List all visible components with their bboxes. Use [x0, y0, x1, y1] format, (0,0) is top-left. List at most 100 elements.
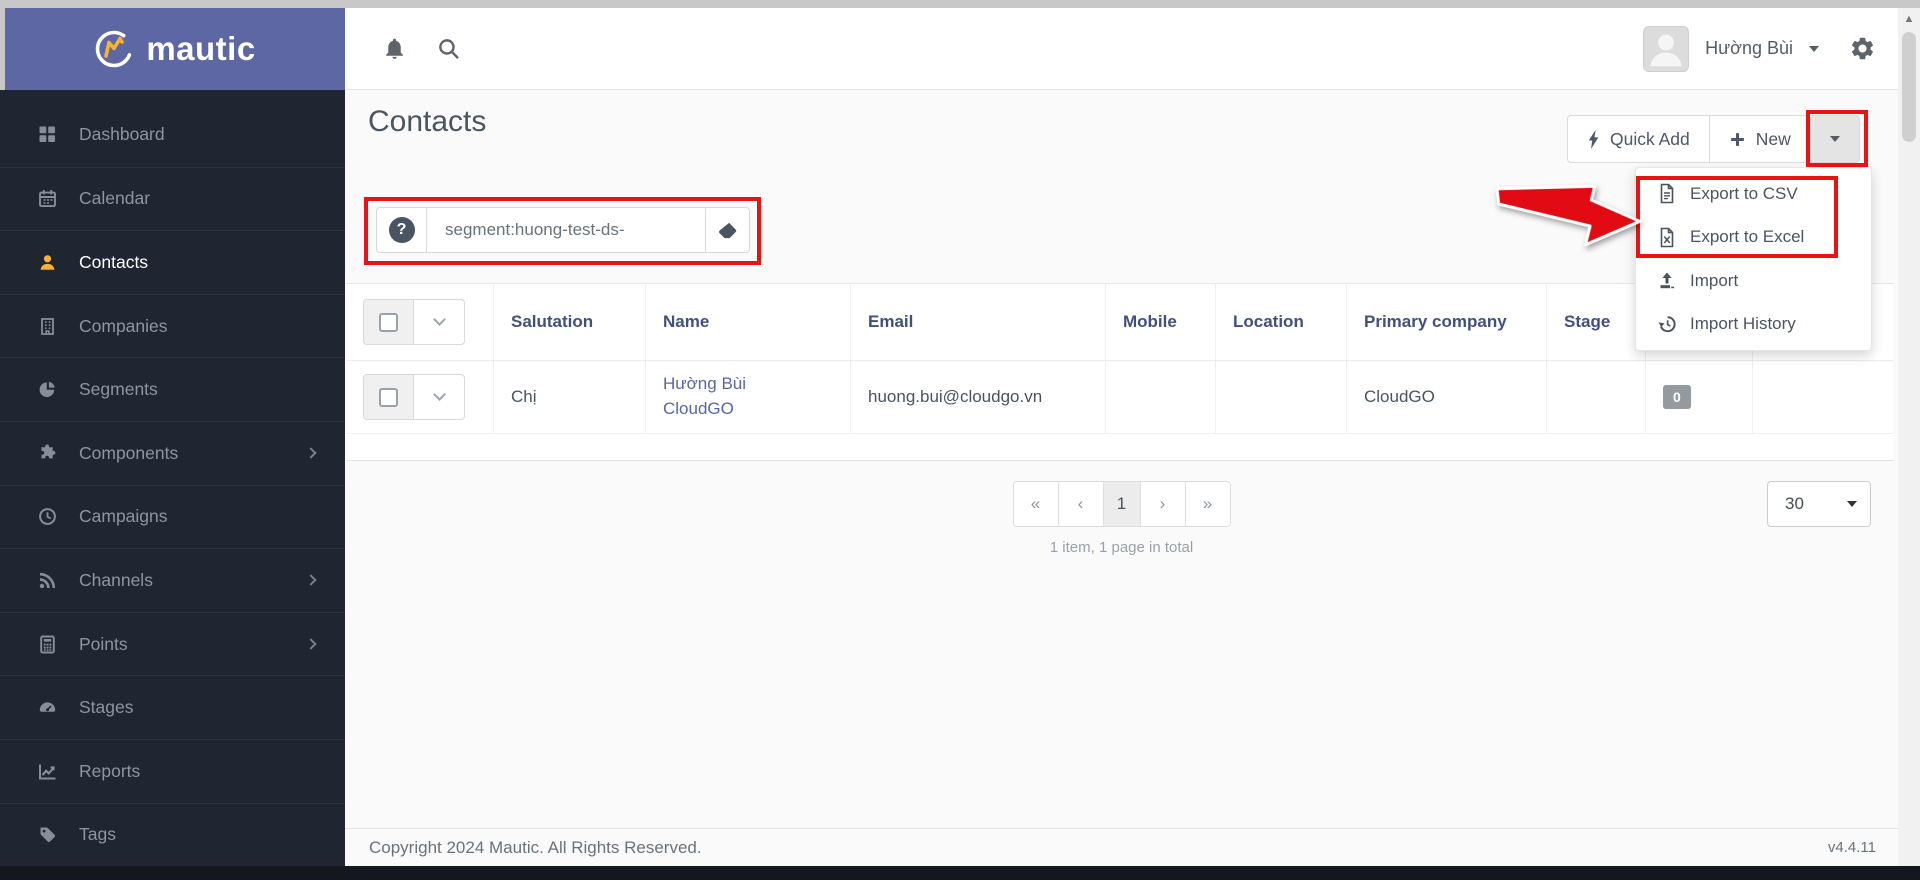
- file-excel-icon: [1656, 227, 1677, 248]
- quick-add-label: Quick Add: [1610, 128, 1690, 149]
- pagination-next-button[interactable]: ›: [1139, 481, 1186, 527]
- toolbar-button-group: Quick Add New: [1567, 115, 1860, 163]
- quick-add-button[interactable]: Quick Add: [1567, 115, 1710, 163]
- global-search-icon[interactable]: [421, 36, 475, 61]
- footer: Copyright 2024 Mautic. All Rights Reserv…: [345, 828, 1898, 866]
- new-button[interactable]: New: [1708, 115, 1811, 163]
- mautic-logo-icon: [94, 29, 134, 69]
- cell-primary-company: CloudGO: [1347, 361, 1547, 433]
- menu-item-export-csv[interactable]: Export to CSV: [1636, 172, 1871, 216]
- sidebar-item-reports[interactable]: Reports: [0, 738, 345, 803]
- stages-gauge-icon: [36, 698, 58, 717]
- menu-item-label: Import History: [1690, 314, 1796, 334]
- export-import-dropdown-menu: Export to CSV Export to Excel Import Imp…: [1635, 167, 1872, 351]
- segments-pie-icon: [36, 380, 58, 399]
- chevron-right-icon: [305, 447, 317, 459]
- chevron-right-icon: [305, 574, 317, 587]
- sidebar-item-components[interactable]: Components: [0, 420, 345, 485]
- pagination-last-button[interactable]: »: [1184, 481, 1231, 527]
- sidebar-item-tags[interactable]: Tags: [0, 802, 345, 867]
- search-input[interactable]: [427, 208, 705, 252]
- chevron-down-icon: [432, 388, 446, 401]
- sidebar-item-channels[interactable]: Channels: [0, 548, 345, 612]
- scrollbar-thumb[interactable]: [1902, 32, 1916, 142]
- notifications-bell-icon[interactable]: [367, 36, 421, 61]
- contact-name-line2: CloudGO: [663, 399, 734, 418]
- page-title: Contacts: [368, 105, 487, 138]
- chevron-down-icon: [432, 313, 446, 326]
- col-header-primary-company[interactable]: Primary company: [1347, 284, 1547, 360]
- pagination-prev-button[interactable]: ‹: [1057, 481, 1104, 527]
- footer-copyright: Copyright 2024 Mautic. All Rights Reserv…: [369, 837, 702, 857]
- col-header-name[interactable]: Name: [646, 284, 851, 360]
- sidebar-item-label: Stages: [79, 697, 134, 718]
- clear-search-eraser-button[interactable]: [705, 208, 749, 252]
- history-icon: [1656, 314, 1677, 334]
- sidebar-item-segments[interactable]: Segments: [0, 357, 345, 421]
- sidebar-item-contacts[interactable]: Contacts: [0, 230, 345, 294]
- select-all-caret[interactable]: [414, 300, 464, 344]
- tags-tag-icon: [36, 825, 58, 844]
- settings-gear-icon[interactable]: [1849, 35, 1876, 62]
- select-all-checkbox[interactable]: [364, 300, 414, 344]
- points-calculator-icon: [36, 635, 58, 654]
- cell-email: huong.bui@cloudgo.vn: [851, 361, 1106, 433]
- col-header-email[interactable]: Email: [851, 284, 1106, 360]
- red-annotation-arrow: [1495, 184, 1642, 247]
- user-menu-caret-icon[interactable]: [1809, 45, 1819, 52]
- menu-item-label: Import: [1690, 270, 1739, 290]
- menu-item-import[interactable]: Import: [1636, 259, 1871, 303]
- cell-stage: [1547, 361, 1646, 433]
- pagination-summary: 1 item, 1 page in total: [1049, 539, 1194, 556]
- bottom-edge-bar: [0, 866, 1920, 880]
- user-name[interactable]: Hường Bùi: [1705, 38, 1793, 59]
- menu-item-import-history[interactable]: Import History: [1636, 303, 1871, 347]
- sidebar-item-stages[interactable]: Stages: [0, 675, 345, 739]
- browser-top-edge: [0, 0, 1920, 8]
- mautic-logo-text: mautic: [146, 30, 256, 67]
- page-size-value: 30: [1785, 494, 1804, 513]
- companies-building-icon: [36, 317, 58, 336]
- row-select-cell: [346, 361, 494, 433]
- sidebar-item-label: Points: [79, 633, 128, 654]
- sidebar-item-points[interactable]: Points: [0, 611, 345, 676]
- col-header-location[interactable]: Location: [1216, 284, 1347, 360]
- mautic-logo[interactable]: mautic: [5, 8, 345, 90]
- bolt-icon: [1587, 129, 1600, 149]
- dashboard-grid-icon: [36, 125, 58, 144]
- cell-mobile: [1106, 361, 1216, 433]
- components-puzzle-icon: [36, 444, 58, 463]
- search-help-button[interactable]: ?: [377, 208, 427, 252]
- col-header-stage[interactable]: Stage: [1547, 284, 1646, 360]
- sidebar-item-label: Calendar: [79, 188, 151, 209]
- checkbox-icon: [379, 312, 398, 332]
- sidebar-item-label: Dashboard: [79, 124, 165, 145]
- more-actions-caret-button[interactable]: [1809, 115, 1860, 163]
- sidebar-item-campaigns[interactable]: Campaigns: [0, 484, 345, 549]
- sidebar-item-label: Components: [79, 442, 179, 463]
- cell-name-link[interactable]: Hường Bùi CloudGO: [646, 361, 851, 433]
- scrollbar-up-arrow-icon[interactable]: ▲: [1898, 8, 1920, 25]
- menu-item-export-excel[interactable]: Export to Excel: [1636, 216, 1871, 260]
- table-bottom-padding: [346, 434, 1893, 460]
- caret-down-icon: [1829, 136, 1840, 142]
- sidebar-item-dashboard[interactable]: Dashboard: [0, 103, 345, 167]
- col-header-mobile[interactable]: Mobile: [1106, 284, 1216, 360]
- checkbox-icon: [379, 387, 398, 407]
- cell-trailing: [1753, 361, 1893, 433]
- sidebar-item-companies[interactable]: Companies: [0, 293, 345, 358]
- row-checkbox[interactable]: [364, 375, 414, 419]
- chevron-right-icon: [305, 638, 317, 650]
- user-avatar[interactable]: [1643, 25, 1690, 72]
- row-caret[interactable]: [414, 375, 464, 419]
- question-circle-icon: ?: [388, 217, 415, 243]
- col-header-salutation[interactable]: Salutation: [494, 284, 646, 360]
- sidebar-item-label: Campaigns: [79, 506, 168, 527]
- pagination-page-1-button[interactable]: 1: [1102, 481, 1141, 527]
- sidebar-item-calendar[interactable]: Calendar: [0, 166, 345, 231]
- pagination-first-button[interactable]: «: [1012, 481, 1059, 527]
- menu-item-label: Export to CSV: [1690, 183, 1798, 203]
- page-size-select[interactable]: 30: [1767, 481, 1871, 527]
- plus-icon: [1729, 131, 1746, 148]
- vertical-scrollbar[interactable]: ▲: [1898, 8, 1920, 866]
